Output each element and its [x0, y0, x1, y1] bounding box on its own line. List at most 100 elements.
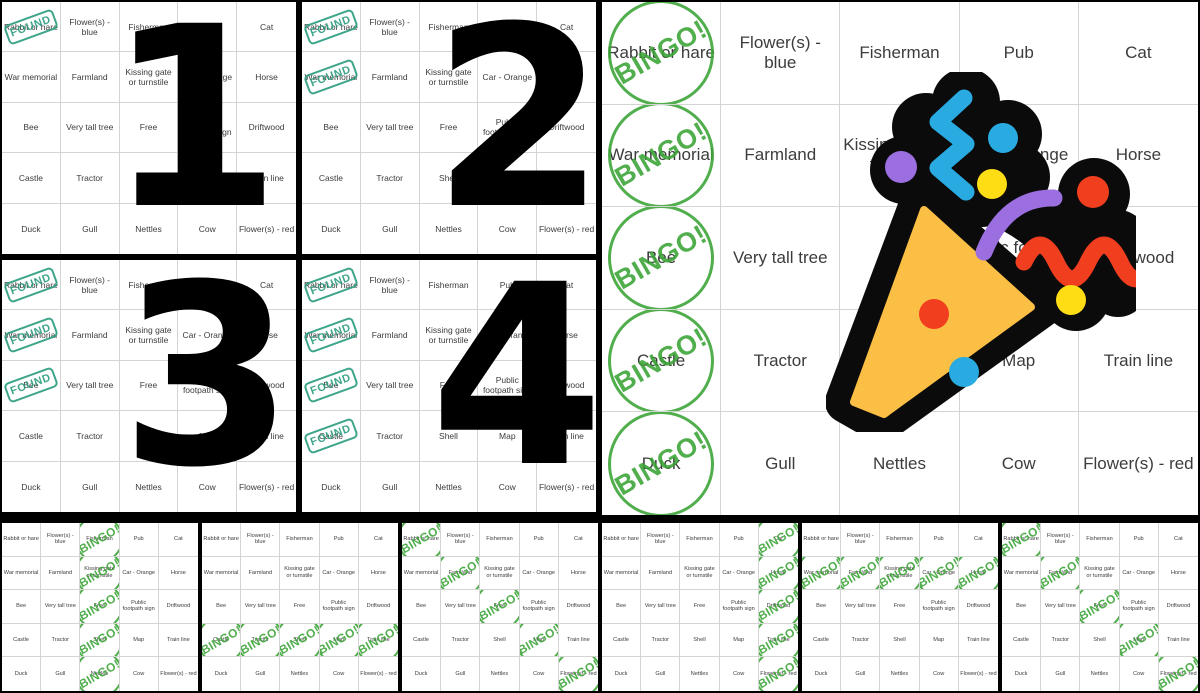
bingo-cell[interactable]: Duck: [602, 657, 642, 691]
bingo-cell[interactable]: Duck: [302, 461, 361, 512]
bingo-cell[interactable]: Map: [478, 153, 538, 204]
bingo-cell[interactable]: Very tall tree: [721, 207, 841, 310]
bingo-cell[interactable]: Castle: [602, 623, 642, 658]
bingo-cell[interactable]: Flower(s) - red: [1079, 412, 1198, 515]
bingo-cell[interactable]: Tractor: [60, 153, 120, 204]
bingo-cell[interactable]: Train line: [1158, 624, 1198, 658]
bingo-cell[interactable]: Horse: [537, 310, 596, 361]
bingo-cell[interactable]: Kissing gate or turnstile BINGO!: [880, 556, 920, 591]
bingo-cell[interactable]: Pub: [519, 523, 559, 557]
bingo-cell[interactable]: Horse: [237, 310, 296, 361]
bingo-cell[interactable]: Cow: [920, 657, 959, 691]
bingo-cell[interactable]: Gull: [441, 657, 481, 691]
bingo-cell[interactable]: Very tall tree: [641, 590, 681, 624]
bingo-cell[interactable]: Pub: [178, 2, 238, 53]
bingo-cell[interactable]: Flower(s) - red: [237, 204, 296, 254]
bingo-cell[interactable]: War memorial: [202, 556, 242, 591]
bingo-cell[interactable]: Public footpath sign: [519, 590, 559, 624]
bingo-cell[interactable]: Tractor BINGO!: [241, 623, 281, 658]
bingo-cell[interactable]: Horse: [1078, 105, 1198, 208]
bingo-cell[interactable]: Free: [419, 360, 479, 412]
bingo-cell[interactable]: Car - Orange: [178, 310, 238, 361]
bingo-cell[interactable]: Rabbit or hare BINGO!: [602, 2, 722, 105]
bingo-cell[interactable]: Rabbit or hare: [2, 523, 42, 557]
pattern-card-column-3[interactable]: Rabbit or hare Flower(s) - blue Fisherman B…: [2, 523, 198, 691]
bingo-cell[interactable]: Train line: [237, 153, 296, 204]
bingo-cell[interactable]: Shell: [840, 309, 960, 413]
pattern-card-diagonal-2[interactable]: Rabbit or hare BINGO! Flower(s) - blue Fish…: [1002, 523, 1198, 691]
bingo-cell[interactable]: Rabbit or hare: [802, 523, 842, 557]
bingo-cell[interactable]: Kissing gate or turnstile: [419, 52, 479, 103]
bingo-cell[interactable]: Public footpath sign: [478, 360, 538, 412]
bingo-cell[interactable]: Kissing gate or turnstile: [840, 104, 960, 208]
bingo-cell[interactable]: Rabbit or hare BINGO!: [1002, 523, 1042, 557]
bingo-cell[interactable]: Free: [880, 590, 920, 624]
bingo-cell[interactable]: Free: [840, 207, 960, 310]
bingo-cell[interactable]: Castle: [302, 153, 361, 204]
bingo-card-winner[interactable]: Rabbit or hare BINGO! Flower(s) - blue Fish…: [602, 2, 1198, 515]
bingo-cell[interactable]: Bee: [402, 590, 442, 624]
bingo-cell[interactable]: Rabbit or hare FOUND: [302, 2, 361, 53]
bingo-cell[interactable]: Fisherman: [840, 2, 960, 105]
bingo-cell[interactable]: Car - Orange: [959, 104, 1079, 208]
bingo-cell[interactable]: Nettles BINGO!: [80, 657, 120, 691]
bingo-cell[interactable]: Free: [280, 590, 320, 624]
bingo-cell[interactable]: Driftwood: [958, 590, 998, 624]
bingo-cell[interactable]: Cow: [178, 461, 238, 512]
bingo-cell[interactable]: Driftwood: [558, 590, 598, 624]
bingo-cell[interactable]: Public footpath sign: [919, 590, 959, 624]
bingo-cell[interactable]: Tractor: [721, 309, 841, 413]
bingo-cell[interactable]: Map: [719, 623, 759, 658]
bingo-cell[interactable]: Duck: [802, 657, 842, 691]
bingo-cell[interactable]: Free BINGO!: [80, 590, 120, 624]
bingo-cell[interactable]: Cow: [178, 203, 238, 254]
bingo-cell[interactable]: Flower(s) - red BINGO!: [1158, 657, 1198, 691]
bingo-cell[interactable]: Pub: [478, 260, 538, 311]
bingo-cell[interactable]: Flower(s) - blue: [241, 523, 281, 557]
bingo-cell[interactable]: Horse: [158, 557, 198, 591]
bingo-cell[interactable]: Gull: [61, 203, 120, 254]
bingo-cell[interactable]: Cow: [520, 657, 559, 691]
bingo-cell[interactable]: Map BINGO!: [319, 623, 359, 658]
bingo-cell[interactable]: Very tall tree: [841, 590, 881, 624]
bingo-cell[interactable]: Flower(s) - red: [537, 462, 596, 512]
bingo-cell[interactable]: Flower(s) - blue: [1041, 523, 1081, 557]
bingo-cell[interactable]: Train line: [158, 624, 198, 658]
bingo-cell[interactable]: Castle: [2, 153, 61, 204]
bingo-cell[interactable]: Cow: [960, 412, 1079, 515]
bingo-cell[interactable]: Bee FOUND: [2, 360, 61, 412]
bingo-cell[interactable]: Duck BINGO!: [602, 412, 722, 515]
bingo-cell[interactable]: Very tall tree: [60, 102, 120, 154]
bingo-cell[interactable]: Cat: [1078, 2, 1198, 105]
bingo-cell[interactable]: Castle: [1002, 623, 1042, 658]
bingo-cell[interactable]: Rabbit or hare FOUND: [2, 260, 61, 311]
bingo-cell[interactable]: Shell BINGO!: [280, 623, 320, 658]
bingo-cell[interactable]: Fisherman: [1080, 523, 1120, 557]
bingo-cell[interactable]: Castle: [402, 623, 442, 658]
bingo-cell[interactable]: Public footpath sign: [1119, 590, 1159, 624]
bingo-cell[interactable]: Farmland: [360, 52, 420, 103]
bingo-cell[interactable]: Gull: [241, 657, 281, 691]
bingo-cell[interactable]: Map: [478, 411, 538, 462]
bingo-cell[interactable]: Very tall tree: [60, 360, 120, 412]
bingo-cell[interactable]: Shell: [1080, 623, 1120, 658]
bingo-cell[interactable]: Farmland: [241, 556, 281, 591]
bingo-cell[interactable]: Cow: [478, 203, 538, 254]
bingo-cell[interactable]: Car - Orange: [478, 52, 538, 103]
bingo-cell[interactable]: Cat: [558, 523, 598, 557]
bingo-cell[interactable]: Cat: [537, 260, 596, 311]
bingo-cell[interactable]: Pub: [959, 2, 1079, 105]
bingo-cell[interactable]: Castle: [2, 623, 42, 658]
bingo-cell[interactable]: Kissing gate or turnstile BINGO!: [80, 556, 120, 591]
bingo-cell[interactable]: Gull: [61, 461, 120, 512]
bingo-cell[interactable]: Flower(s) - red: [359, 657, 398, 691]
bingo-cell[interactable]: Horse BINGO!: [958, 556, 998, 591]
bingo-cell[interactable]: Flower(s) - blue: [721, 2, 841, 105]
bingo-cell[interactable]: Nettles: [120, 203, 179, 254]
bingo-cell[interactable]: Rabbit or hare: [202, 523, 242, 557]
bingo-cell[interactable]: Nettles: [480, 657, 520, 691]
bingo-cell[interactable]: Nettles: [420, 461, 479, 512]
bingo-cell[interactable]: Map: [178, 411, 238, 462]
bingo-cell[interactable]: Castle BINGO!: [602, 309, 722, 413]
bingo-cell[interactable]: War memorial FOUND: [302, 310, 361, 361]
